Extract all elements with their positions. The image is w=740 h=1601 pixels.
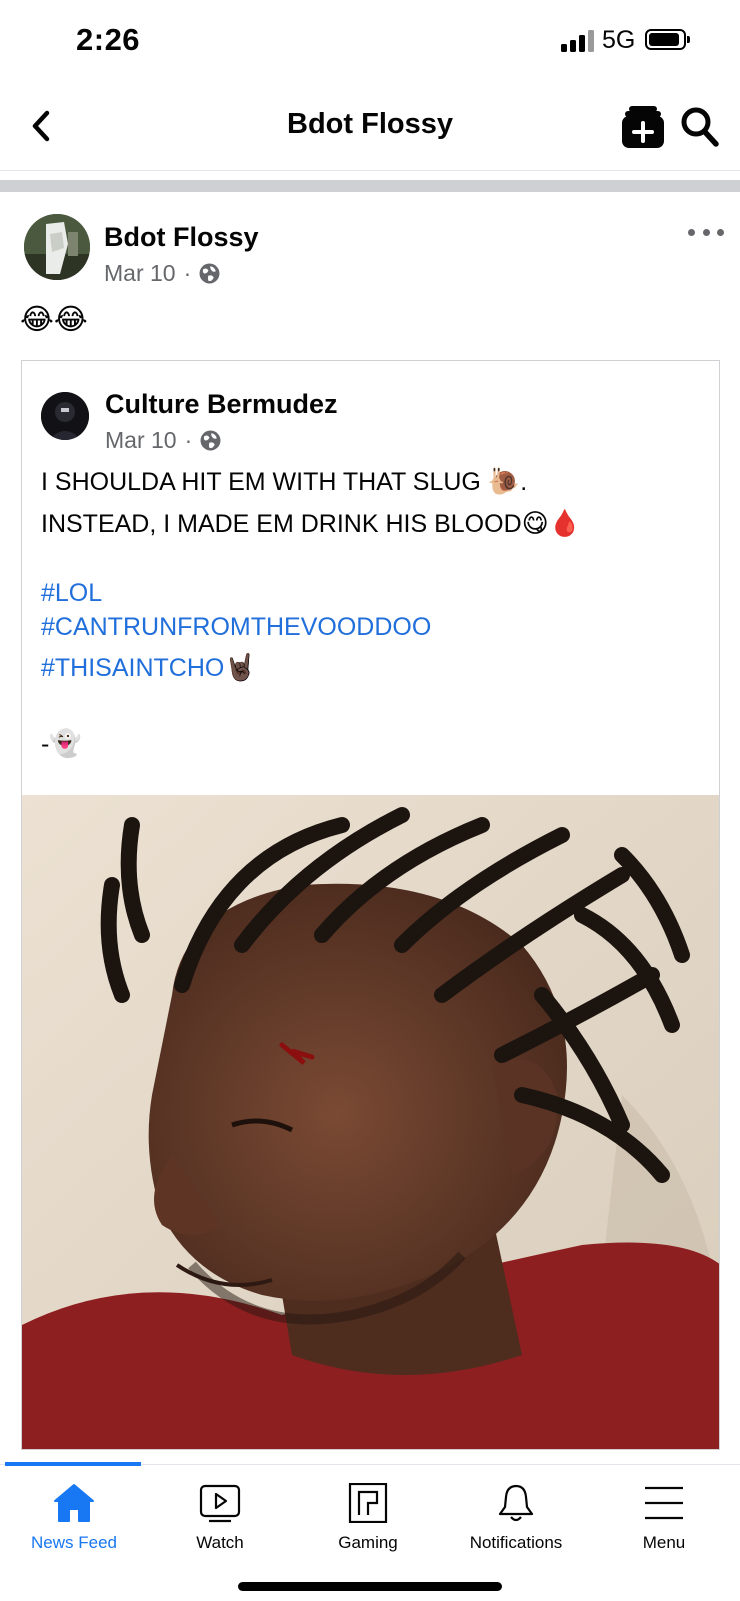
globe-icon [200, 430, 221, 451]
globe-icon [199, 263, 220, 284]
shared-post-card[interactable]: Culture Bermudez Mar 10 · I SHOULDA HIT … [21, 360, 720, 1450]
ghost-emoji: 👻 [49, 729, 82, 759]
signoff-line: -👻 [41, 729, 82, 759]
shared-text-line-1-end: . [520, 468, 528, 496]
tab-watch[interactable]: Watch [146, 1483, 294, 1573]
meta-separator: · [184, 427, 193, 453]
post-options-button[interactable] [688, 222, 724, 242]
snail-emoji: 🐌 [487, 467, 521, 497]
cellular-signal-icon [561, 30, 595, 52]
hashtag-link[interactable]: #CANTRUNFROMTHEVOODDOO [41, 613, 431, 642]
shared-text-line-1: I SHOULDA HIT EM WITH THAT SLUG 🐌. [41, 467, 527, 497]
home-icon [54, 1484, 94, 1522]
watch-icon [199, 1484, 241, 1523]
menu-icon [645, 1486, 683, 1520]
meta-separator: · [183, 260, 192, 286]
bell-icon [498, 1484, 534, 1522]
feed-divider [0, 180, 740, 192]
more-dot-icon [702, 228, 710, 236]
battery-icon [645, 29, 690, 50]
shared-text-line-1-text: I SHOULDA HIT EM WITH THAT SLUG [41, 468, 481, 496]
tab-news-feed[interactable]: News Feed [0, 1483, 148, 1573]
tab-label: Gaming [338, 1533, 398, 1552]
tab-gaming[interactable]: Gaming [294, 1483, 442, 1573]
drool-blood-emoji: 😋🩸 [521, 509, 582, 539]
bottom-nav: News Feed Watch Gaming Notifications Men… [0, 1462, 740, 1601]
post-text: 😂😂 [20, 302, 88, 336]
avatar-image [24, 214, 90, 280]
shared-post-date[interactable]: Mar 10 [105, 427, 177, 454]
tab-label: Menu [642, 1533, 686, 1552]
shared-post-meta: Mar 10 · [105, 427, 221, 454]
shared-author-name[interactable]: Culture Bermudez [105, 389, 338, 420]
gaming-icon [348, 1483, 388, 1523]
tab-label: Notifications [469, 1533, 563, 1552]
post-date[interactable]: Mar 10 [104, 260, 176, 287]
tab-label: News Feed [31, 1533, 117, 1552]
search-icon [681, 107, 719, 147]
status-time: 2:26 [76, 22, 141, 57]
post-author-name[interactable]: Bdot Flossy [104, 222, 259, 253]
active-tab-indicator [5, 1462, 141, 1466]
more-dot-icon [688, 228, 695, 236]
tab-label: Watch [196, 1533, 244, 1552]
tab-menu[interactable]: Menu [590, 1483, 738, 1573]
more-dot-icon [717, 228, 724, 236]
status-bar: 2:26 5G [0, 0, 740, 84]
post-meta: Mar 10 · [104, 260, 220, 287]
avatar-image [41, 392, 89, 440]
search-button[interactable] [680, 106, 720, 148]
create-icon [622, 106, 664, 148]
post-photo[interactable] [22, 795, 719, 1449]
shared-text-line-2-text: INSTEAD, I MADE EM DRINK HIS BLOOD [41, 510, 522, 538]
create-post-button[interactable] [620, 104, 666, 150]
header: Bdot Flossy [0, 84, 740, 171]
post-author-avatar[interactable] [24, 214, 90, 280]
home-indicator[interactable] [238, 1582, 502, 1591]
tab-notifications[interactable]: Notifications [442, 1483, 590, 1573]
hashtag-link[interactable]: #THISAINTCHO [41, 654, 224, 682]
rock-hand-emoji: 🤘🏿 [224, 653, 257, 683]
shared-text-line-2: INSTEAD, I MADE EM DRINK HIS BLOOD😋🩸 [41, 509, 581, 539]
hashtag-line-3: #THISAINTCHO🤘🏿 [41, 653, 257, 683]
shared-author-avatar[interactable] [41, 392, 89, 440]
network-type: 5G [602, 26, 636, 54]
portrait-photo-image [22, 795, 719, 1449]
hashtag-link[interactable]: #LOL [41, 579, 102, 608]
